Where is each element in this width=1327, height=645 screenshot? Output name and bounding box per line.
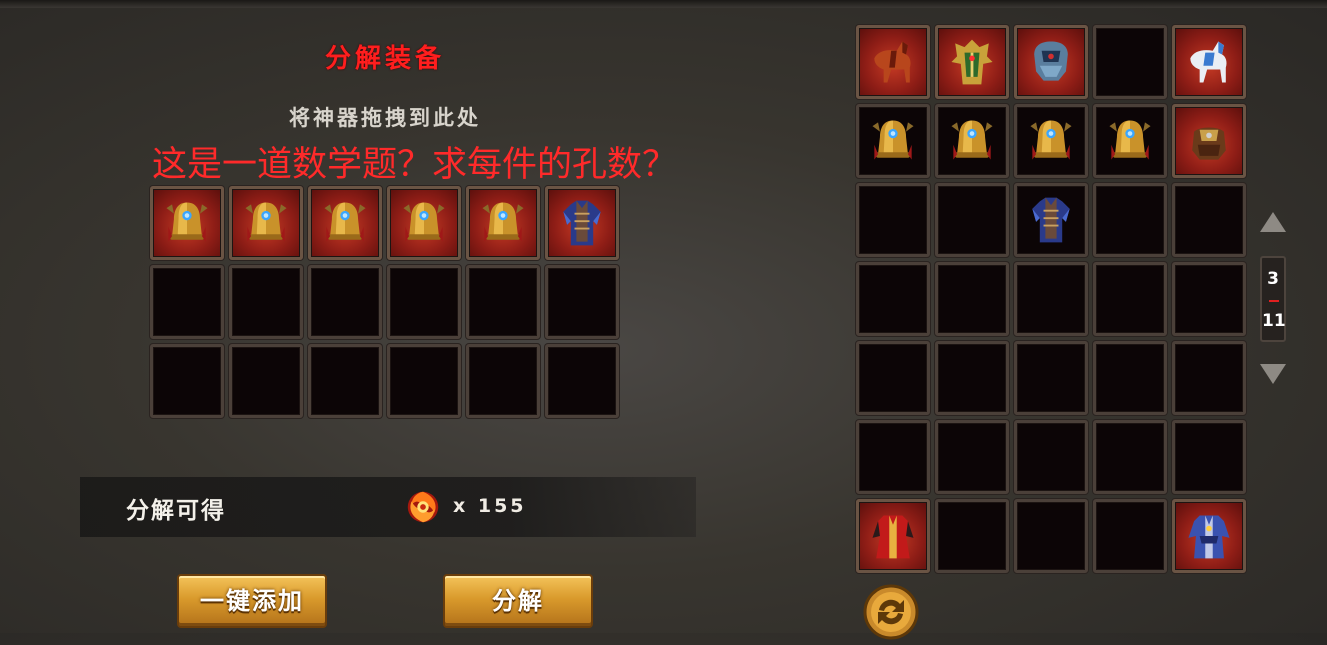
- bell-icon: [1023, 113, 1079, 169]
- inventory-slot[interactable]: [1172, 499, 1246, 573]
- inventory-slot[interactable]: [935, 262, 1009, 336]
- inventory-slot[interactable]: [935, 420, 1009, 494]
- bell-icon: [317, 195, 373, 251]
- decompose-slot-grid: [150, 186, 619, 418]
- blue-armor-icon: [554, 195, 610, 251]
- inventory-slot[interactable]: [935, 499, 1009, 573]
- page-up-arrow-icon[interactable]: [1260, 212, 1286, 232]
- inventory-slot[interactable]: [1172, 262, 1246, 336]
- decompose-slot[interactable]: [308, 344, 382, 418]
- inventory-slot[interactable]: [1014, 420, 1088, 494]
- add-all-button[interactable]: 一键添加: [177, 574, 327, 628]
- decompose-slot[interactable]: [150, 265, 224, 339]
- refresh-button[interactable]: [862, 583, 920, 641]
- white-horse-icon: [1181, 34, 1237, 90]
- bell-icon: [944, 113, 1000, 169]
- blue-robe-icon: [1181, 508, 1237, 564]
- panel-title: 分解装备: [324, 44, 445, 74]
- bell-icon: [475, 195, 531, 251]
- inventory-slot[interactable]: [935, 183, 1009, 257]
- decompose-slot[interactable]: [308, 186, 382, 260]
- inventory-slot[interactable]: [1014, 499, 1088, 573]
- bell-icon: [238, 195, 294, 251]
- inventory-slot[interactable]: [935, 341, 1009, 415]
- inventory-slot[interactable]: [1093, 341, 1167, 415]
- page-down-arrow-icon[interactable]: [1260, 364, 1286, 384]
- inventory-slot[interactable]: [1093, 104, 1167, 178]
- decompose-slot[interactable]: [466, 344, 540, 418]
- decompose-slot[interactable]: [387, 344, 461, 418]
- bell-icon: [396, 195, 452, 251]
- page-current: 3: [1267, 269, 1279, 289]
- inventory-slot[interactable]: [1014, 104, 1088, 178]
- inventory-slot[interactable]: [1093, 25, 1167, 99]
- inventory-slot[interactable]: [1172, 341, 1246, 415]
- reward-amount: x 155: [453, 495, 527, 517]
- inventory-slot[interactable]: [856, 104, 930, 178]
- inventory-slot[interactable]: [935, 25, 1009, 99]
- decompose-slot[interactable]: [150, 344, 224, 418]
- inventory-slot[interactable]: [935, 104, 1009, 178]
- inventory-grid: [856, 25, 1246, 573]
- page-indicator: 3 11: [1260, 256, 1286, 342]
- red-horse-icon: [865, 34, 921, 90]
- inventory-slot[interactable]: [1014, 262, 1088, 336]
- decompose-slot[interactable]: [387, 265, 461, 339]
- page-separator: [1269, 300, 1279, 302]
- inventory-slot[interactable]: [856, 262, 930, 336]
- blue-armor-icon: [1023, 192, 1079, 248]
- inventory-slot[interactable]: [1093, 499, 1167, 573]
- inventory-slot[interactable]: [1014, 341, 1088, 415]
- inventory-slot[interactable]: [1172, 183, 1246, 257]
- decompose-slot[interactable]: [150, 186, 224, 260]
- decompose-slot[interactable]: [229, 265, 303, 339]
- inventory-slot[interactable]: [1172, 420, 1246, 494]
- inventory-slot[interactable]: [1014, 183, 1088, 257]
- bell-icon: [159, 195, 215, 251]
- inventory-slot[interactable]: [856, 25, 930, 99]
- inventory-slot[interactable]: [1172, 25, 1246, 99]
- inventory-slot[interactable]: [1093, 183, 1167, 257]
- decompose-button[interactable]: 分解: [443, 574, 593, 628]
- golden-armor-icon: [944, 34, 1000, 90]
- drag-hint: 将神器拖拽到此处: [289, 106, 481, 130]
- decompose-slot[interactable]: [466, 186, 540, 260]
- blue-helmet-icon: [1023, 34, 1079, 90]
- page-total: 11: [1262, 311, 1286, 331]
- decompose-slot[interactable]: [466, 265, 540, 339]
- reward-bar: 分解可得 x 155: [80, 477, 696, 537]
- decompose-slot[interactable]: [229, 186, 303, 260]
- inventory-slot[interactable]: [856, 499, 930, 573]
- decompose-slot[interactable]: [545, 344, 619, 418]
- inventory-slot[interactable]: [856, 420, 930, 494]
- inventory-slot[interactable]: [856, 183, 930, 257]
- top-frame-edge: [0, 0, 1327, 8]
- decompose-slot[interactable]: [545, 186, 619, 260]
- refresh-icon: [863, 584, 919, 640]
- decompose-slot[interactable]: [545, 265, 619, 339]
- inventory-slot[interactable]: [1093, 420, 1167, 494]
- bell-icon: [1102, 113, 1158, 169]
- bell-icon: [865, 113, 921, 169]
- fire-orb-icon: [404, 488, 442, 526]
- decompose-slot[interactable]: [308, 265, 382, 339]
- decompose-slot[interactable]: [229, 344, 303, 418]
- inventory-slot[interactable]: [1014, 25, 1088, 99]
- saddle-icon: [1181, 113, 1237, 169]
- red-robe-icon: [865, 508, 921, 564]
- reward-label: 分解可得: [126, 498, 226, 524]
- inventory-slot[interactable]: [1093, 262, 1167, 336]
- question-overlay-text: 这是一道数学题？求每件的孔数？: [152, 145, 678, 185]
- inventory-slot[interactable]: [1172, 104, 1246, 178]
- inventory-slot[interactable]: [856, 341, 930, 415]
- decompose-slot[interactable]: [387, 186, 461, 260]
